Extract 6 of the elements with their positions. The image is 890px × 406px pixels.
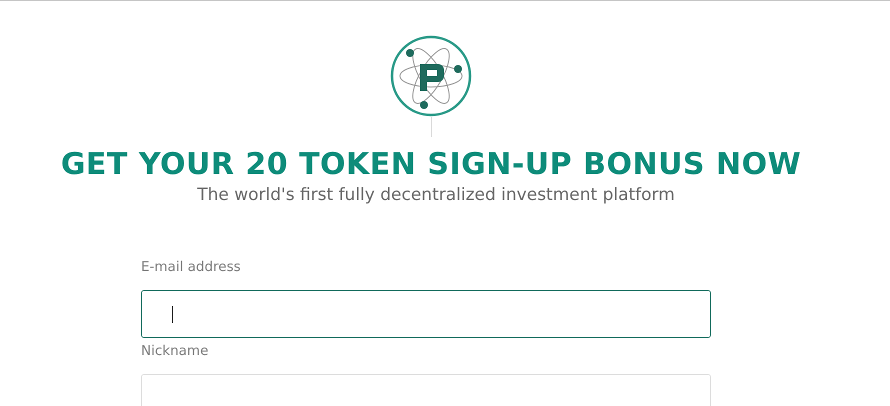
field-label: E-mail address xyxy=(141,258,242,276)
subtitle: The world's first fully decentralized investment platform xyxy=(196,184,675,206)
text-caret-icon xyxy=(172,306,173,322)
input-field[interactable] xyxy=(141,290,711,338)
headline: GET YOUR 20 TOKEN SIGN-UP BONUS NOW xyxy=(60,148,802,182)
field-label: Nickname xyxy=(141,342,210,360)
